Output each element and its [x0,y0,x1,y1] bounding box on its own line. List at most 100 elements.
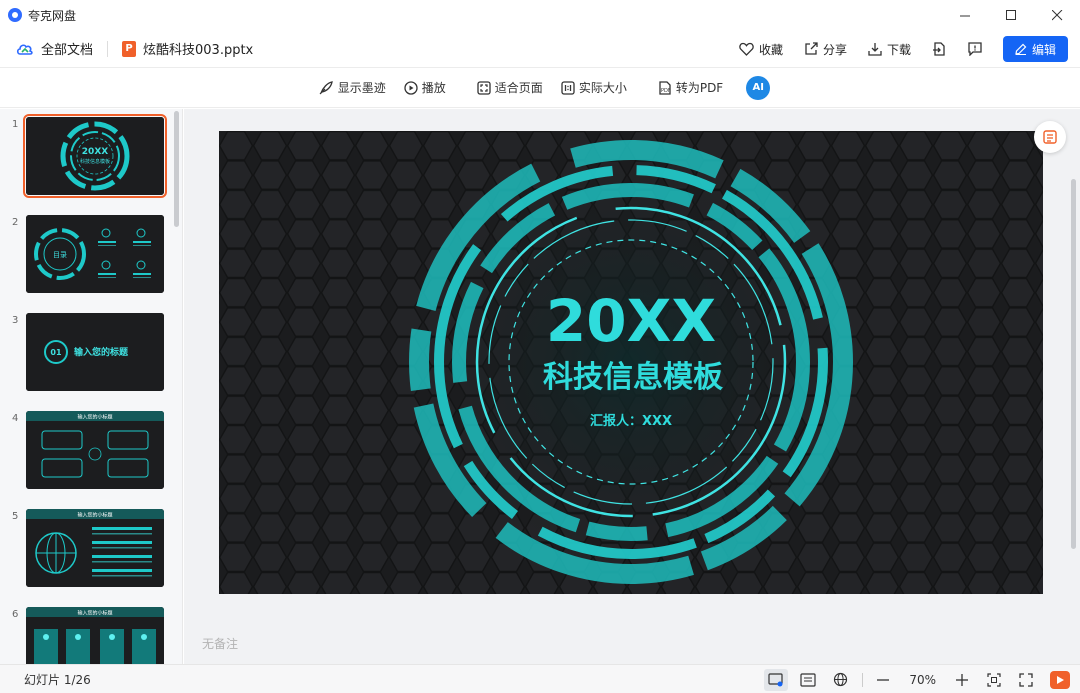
thumbnail-slide-2[interactable]: 2 目录 [0,215,170,295]
ppt-file-icon: P [122,40,137,57]
ai-assistant-label: AI [752,82,764,93]
download-button[interactable]: 下载 [867,41,911,58]
zoom-in-button[interactable] [950,669,974,691]
slide-notes: 无备注 [202,637,239,651]
viewer-toolbar: 显示墨迹 播放 适合页面 实际大小 PDF 转为PDF AI [0,68,1080,108]
svg-text:PDF: PDF [661,88,671,94]
minimize-button[interactable] [942,0,988,30]
edit-label: 编辑 [1031,42,1056,57]
actual-size-button[interactable]: 实际大小 [561,79,627,96]
fit-page-button[interactable]: 适合页面 [477,79,543,96]
thumbnail-number: 3 [12,315,19,326]
share-button[interactable]: 分享 [803,41,847,58]
current-slide: 20XX 科技信息模板 汇报人：XXX [219,131,1043,594]
slide-subtitle: 科技信息模板 [543,360,723,395]
ai-assistant-button[interactable]: AI [746,75,771,100]
notes-view-icon [800,672,816,687]
heart-icon [739,41,755,57]
export-button[interactable] [931,41,947,57]
play-button[interactable]: 播放 [404,79,446,96]
pdf-icon: PDF [659,80,671,95]
thumbnail-number: 1 [12,119,19,130]
slide-year: 20XX [546,287,716,355]
thumbnails-scrollbar[interactable] [174,111,179,227]
web-view-button[interactable] [828,669,852,691]
thumb5-title: 输入您的小标题 [77,512,112,519]
feedback-icon [967,41,983,57]
plus-icon [956,673,968,686]
thumb1-subtitle: 科技信息模板 [80,158,110,165]
viewer-scrollbar[interactable] [1071,179,1076,549]
minus-icon [877,678,890,681]
fit-page-label: 适合页面 [494,81,543,95]
actual-size-label: 实际大小 [578,81,627,95]
download-label: 下载 [886,42,911,57]
thumb4-title: 输入您的小标题 [77,414,112,421]
download-icon [867,41,883,57]
thumbnail-slide-1[interactable]: 1 20XX 科技信息模板 [0,114,170,198]
notes-view-button[interactable] [796,669,820,691]
thumbnail-number: 4 [12,413,19,424]
all-docs-label: 全部文档 [41,43,94,58]
thumb2-title: 目录 [53,251,67,259]
thumbnail-image: 20XX 科技信息模板 [23,114,167,198]
zoom-level: 70% [909,672,936,687]
minimize-icon [959,15,970,16]
play-circle-icon [404,80,418,95]
thumbnail-slide-3[interactable]: 3 01 输入您的标题 [0,313,170,393]
close-button[interactable] [1034,0,1080,30]
normal-view-button[interactable] [764,668,789,691]
export-icon [931,41,947,57]
fit-screen-button[interactable] [982,669,1006,691]
fullscreen-icon [1019,672,1033,687]
title-bar: 夸克网盘 [0,0,1080,30]
file-name: 炫酷科技003.pptx [143,43,254,58]
thumbnail-slide-4[interactable]: 4 输入您的小标题 [0,411,170,491]
feather-pen-icon [319,81,333,95]
edit-button[interactable]: 编辑 [1002,36,1068,62]
thumbnail-image: 目录 [26,215,164,293]
slideshow-play-icon [1057,675,1064,684]
share-icon [803,41,819,57]
zoom-out-button[interactable] [871,669,895,691]
favorite-button[interactable]: 收藏 [739,41,783,58]
show-ink-button[interactable]: 显示墨迹 [319,79,386,96]
cloud-icon [16,43,33,55]
maximize-icon [1005,9,1016,20]
header-divider [107,40,109,57]
thumbnail-number: 6 [12,609,19,620]
show-ink-label: 显示墨迹 [337,81,386,95]
convert-pdf-button[interactable]: PDF 转为PDF [658,79,723,96]
maximize-button[interactable] [988,0,1034,30]
thumb3-chapter: 01 [50,348,62,357]
actual-size-icon [561,80,575,95]
thumbnail-image: 输入您的小标题 [26,411,164,489]
slideshow-button[interactable] [1050,670,1070,689]
thumbnail-number: 2 [12,217,19,228]
thumbnail-image: 输入您的小标题 [26,607,164,664]
slide-thumbnails-panel[interactable]: 1 20XX 科技信息模板 2 目录 3 01 输入您的标题 4 输入您的小标题… [0,109,183,664]
feedback-button[interactable] [967,41,983,57]
thumb6-title: 输入您的小标题 [77,610,112,617]
thumbnail-image: 01 输入您的标题 [26,313,164,391]
thumbnail-number: 5 [12,511,19,522]
slide-reporter: 汇报人：XXX [590,413,672,429]
thumbnail-image: 输入您的小标题 [26,509,164,587]
thumb1-title: 20XX [82,147,108,157]
status-bar: 幻灯片 1/26 70% [0,664,1080,693]
thumbnail-slide-6[interactable]: 6 输入您的小标题 [0,607,170,664]
slide-tools-button[interactable] [1034,121,1066,153]
slide-tools-icon [1043,130,1057,144]
slide-counter: 幻灯片 1/26 [24,672,91,687]
document-header: 全部文档 P 炫酷科技003.pptx 收藏 分享 下载 编辑 [0,30,1080,68]
thumbnail-slide-5[interactable]: 5 输入您的小标题 [0,509,170,589]
close-icon [1051,9,1062,20]
thumb3-title: 输入您的标题 [74,346,129,358]
quark-logo-icon [8,8,22,22]
pencil-icon [1015,43,1027,55]
all-docs-link[interactable]: 全部文档 [16,39,93,58]
convert-pdf-label: 转为PDF [675,81,724,95]
file-name-tab: P 炫酷科技003.pptx [122,39,253,58]
fullscreen-button[interactable] [1014,669,1038,691]
play-label: 播放 [421,81,446,95]
